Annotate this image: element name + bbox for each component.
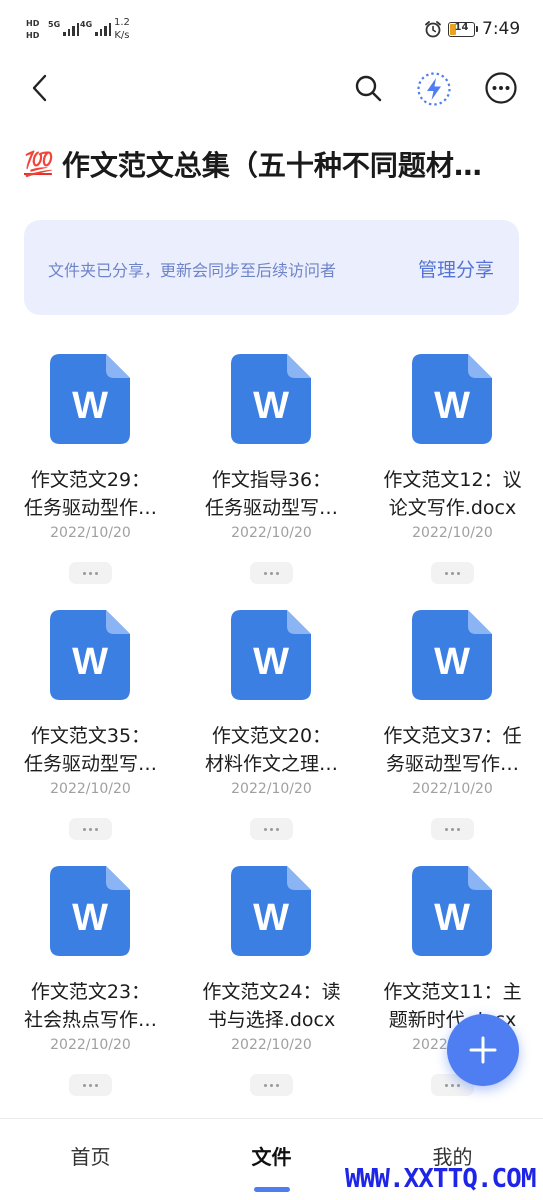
file-date: 2022/10/20: [231, 1037, 312, 1053]
plus-icon: [469, 1036, 497, 1064]
svg-text:W: W: [72, 897, 108, 939]
word-document-icon: W: [231, 354, 311, 444]
file-item[interactable]: W 作文范文12：议 论文写作.docx 2022/10/20: [362, 340, 543, 596]
quick-transfer-button[interactable]: [415, 70, 453, 108]
share-notice: 文件夹已分享，更新会同步至后续访问者 管理分享: [24, 220, 519, 315]
file-more-button[interactable]: [69, 562, 112, 584]
word-document-icon: W: [412, 354, 492, 444]
svg-text:W: W: [434, 897, 470, 939]
file-name: 作文范文37：任 务驱动型写作…: [383, 725, 522, 775]
top-nav: [0, 60, 543, 120]
file-date: 2022/10/20: [231, 525, 312, 541]
file-item[interactable]: W 作文范文23： 社会热点写作… 2022/10/20: [0, 852, 181, 1108]
file-date: 2022/10/20: [412, 525, 493, 541]
file-item[interactable]: W 作文范文24：读 书与选择.docx 2022/10/20: [181, 852, 362, 1108]
search-button[interactable]: [350, 70, 386, 106]
hundred-points-icon: 💯: [24, 150, 54, 178]
file-more-button[interactable]: [69, 818, 112, 840]
svg-text:W: W: [434, 385, 470, 427]
more-horizontal-icon: [485, 72, 517, 104]
file-date: 2022/10/20: [50, 781, 131, 797]
watermark: WWW.XXTTQ.COM: [345, 1164, 536, 1194]
active-tab-indicator: [254, 1187, 290, 1192]
word-document-icon: W: [412, 610, 492, 700]
search-icon: [355, 75, 382, 102]
status-bar: HD HD 5G 4G 1.2 K/s 14 7:49: [0, 0, 543, 60]
svg-text:W: W: [72, 641, 108, 683]
page-title-row: 💯 作文范文总集（五十种不同题材…: [24, 140, 524, 188]
file-more-button[interactable]: [250, 562, 293, 584]
file-date: 2022/10/20: [231, 781, 312, 797]
file-name: 作文范文20： 材料作文之理…: [204, 725, 338, 775]
file-name: 作文范文23： 社会热点写作…: [23, 981, 157, 1031]
word-document-icon: W: [50, 610, 130, 700]
file-date: 2022/10/20: [412, 781, 493, 797]
file-name: 作文范文12：议 论文写作.docx: [383, 469, 522, 519]
file-item[interactable]: W 作文范文37：任 务驱动型写作… 2022/10/20: [362, 596, 543, 852]
word-document-icon: W: [231, 866, 311, 956]
file-more-button[interactable]: [431, 818, 474, 840]
file-more-button[interactable]: [250, 1074, 293, 1096]
clock: 7:49: [482, 19, 521, 39]
lightning-icon: [417, 72, 451, 106]
signal-icon: 5G: [48, 20, 80, 36]
back-button[interactable]: [22, 70, 58, 106]
file-item[interactable]: W 作文范文20： 材料作文之理… 2022/10/20: [181, 596, 362, 852]
svg-text:W: W: [434, 641, 470, 683]
word-document-icon: W: [50, 866, 130, 956]
page-title: 作文范文总集（五十种不同题材…: [61, 149, 482, 182]
svg-text:W: W: [72, 385, 108, 427]
word-document-icon: W: [50, 354, 130, 444]
file-more-button[interactable]: [69, 1074, 112, 1096]
chevron-left-icon: [32, 74, 47, 102]
alarm-icon: [425, 21, 441, 38]
manage-share-link[interactable]: 管理分享: [418, 255, 494, 282]
file-name: 作文范文24：读 书与选择.docx: [202, 981, 341, 1031]
share-notice-text: 文件夹已分享，更新会同步至后续访问者: [48, 261, 337, 280]
tab-home[interactable]: 首页: [0, 1141, 181, 1170]
file-name: 作文指导36： 任务驱动型写…: [204, 469, 338, 519]
svg-text:W: W: [253, 385, 289, 427]
add-button[interactable]: [447, 1014, 519, 1086]
file-name: 作文范文35： 任务驱动型写…: [23, 725, 157, 775]
file-date: 2022/10/20: [50, 525, 131, 541]
file-item[interactable]: W 作文指导36： 任务驱动型写… 2022/10/20: [181, 340, 362, 596]
file-date: 2022/10/20: [50, 1037, 131, 1053]
file-name: 作文范文29： 任务驱动型作…: [23, 469, 157, 519]
word-document-icon: W: [231, 610, 311, 700]
network-speed: 1.2 K/s: [114, 17, 130, 41]
file-more-button[interactable]: [431, 562, 474, 584]
battery-icon: 14: [448, 22, 478, 37]
more-button[interactable]: [483, 70, 519, 106]
svg-text:W: W: [253, 641, 289, 683]
file-item[interactable]: W 作文范文29： 任务驱动型作… 2022/10/20: [0, 340, 181, 596]
word-document-icon: W: [412, 866, 492, 956]
file-more-button[interactable]: [250, 818, 293, 840]
file-item[interactable]: W 作文范文35： 任务驱动型写… 2022/10/20: [0, 596, 181, 852]
svg-text:W: W: [253, 897, 289, 939]
sim-indicator: HD HD: [26, 19, 40, 40]
signal-icon: 4G: [80, 20, 112, 36]
tab-files[interactable]: 文件: [181, 1141, 362, 1170]
